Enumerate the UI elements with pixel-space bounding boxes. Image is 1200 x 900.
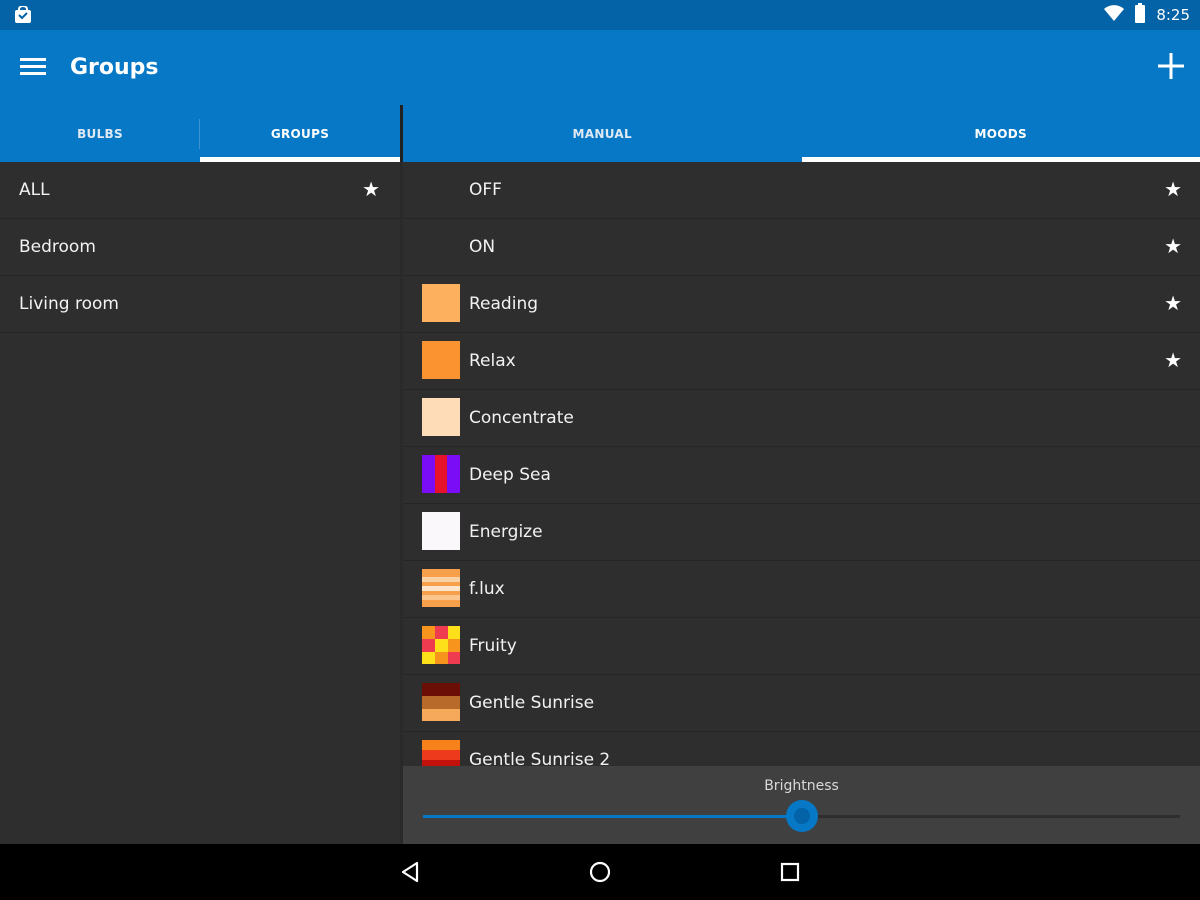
brightness-panel: Brightness — [403, 766, 1200, 844]
tab-moods[interactable]: MOODS — [801, 105, 1200, 162]
star-icon[interactable]: ★ — [1164, 177, 1182, 201]
moods-list: OFF ★ ON ★ Reading ★ Relax ★ Concentrate… — [403, 162, 1200, 844]
mood-item-flux[interactable]: f.lux — [403, 561, 1200, 618]
tab-groups-label: GROUPS — [270, 126, 330, 141]
battery-icon — [1134, 3, 1146, 27]
group-label: ALL — [19, 180, 50, 200]
recents-icon[interactable] — [778, 860, 802, 884]
group-label: Living room — [19, 294, 119, 314]
mood-label: Deep Sea — [469, 465, 551, 485]
mood-label: Reading — [469, 294, 539, 314]
brightness-slider[interactable] — [423, 800, 1180, 832]
tab-manual-label: MANUAL — [572, 126, 632, 141]
deep-sea-swatch-icon — [422, 455, 460, 493]
left-tab-bar: BULBS GROUPS — [0, 105, 400, 162]
mood-item-off[interactable]: OFF ★ — [403, 162, 1200, 219]
star-icon[interactable]: ★ — [1164, 234, 1182, 258]
system-nav-bar — [0, 844, 1200, 900]
mood-item-relax[interactable]: Relax ★ — [403, 333, 1200, 390]
status-bar: 8:25 — [0, 0, 1200, 30]
brightness-slider-fill — [423, 815, 802, 818]
tab-groups[interactable]: GROUPS — [200, 105, 400, 162]
back-icon[interactable] — [398, 860, 422, 884]
mood-label: Gentle Sunrise — [469, 693, 595, 713]
mood-label: f.lux — [469, 579, 505, 599]
group-label: Bedroom — [19, 237, 96, 257]
tab-manual[interactable]: MANUAL — [403, 105, 802, 162]
tab-moods-label: MOODS — [974, 126, 1027, 141]
group-item-bedroom[interactable]: Bedroom — [0, 219, 400, 276]
gentle-sunrise-swatch-icon — [422, 683, 460, 721]
tab-bulbs-label: BULBS — [77, 126, 123, 141]
mood-label: OFF — [469, 180, 502, 200]
fruity-swatch-icon — [422, 626, 460, 664]
group-item-living-room[interactable]: Living room — [0, 276, 400, 333]
relax-swatch-icon — [422, 341, 460, 379]
mood-item-reading[interactable]: Reading ★ — [403, 276, 1200, 333]
clock: 8:25 — [1156, 6, 1190, 24]
star-icon[interactable]: ★ — [1164, 291, 1182, 315]
wifi-icon — [1104, 5, 1125, 25]
star-icon[interactable]: ★ — [362, 177, 380, 201]
energize-swatch-icon — [422, 512, 460, 550]
mood-label: Relax — [469, 351, 516, 371]
mood-label: Fruity — [469, 636, 517, 656]
tab-bulbs[interactable]: BULBS — [0, 105, 200, 162]
group-item-all[interactable]: ALL ★ — [0, 162, 400, 219]
right-tab-bar: MANUAL MOODS — [403, 105, 1200, 162]
mood-item-energize[interactable]: Energize — [403, 504, 1200, 561]
reading-swatch-icon — [422, 284, 460, 322]
page-title: Groups — [70, 55, 159, 80]
mood-item-concentrate[interactable]: Concentrate — [403, 390, 1200, 447]
mood-label: Concentrate — [469, 408, 574, 428]
star-icon[interactable]: ★ — [1164, 348, 1182, 372]
mood-item-fruity[interactable]: Fruity — [403, 618, 1200, 675]
mood-item-gentle-sunrise[interactable]: Gentle Sunrise — [403, 675, 1200, 732]
mood-label: Energize — [469, 522, 543, 542]
brightness-label: Brightness — [764, 778, 839, 794]
flux-swatch-icon — [422, 569, 460, 607]
plus-icon[interactable] — [1156, 51, 1186, 81]
groups-list: ALL ★ Bedroom Living room — [0, 162, 400, 844]
mood-item-deep-sea[interactable]: Deep Sea — [403, 447, 1200, 504]
brightness-slider-thumb[interactable] — [785, 800, 818, 832]
app-bar: Groups — [0, 30, 1200, 105]
mood-label: ON — [469, 237, 496, 257]
concentrate-swatch-icon — [422, 398, 460, 436]
home-icon[interactable] — [588, 860, 612, 884]
shopping-bag-icon — [14, 5, 32, 28]
hamburger-menu-icon[interactable] — [20, 56, 46, 78]
mood-item-on[interactable]: ON ★ — [403, 219, 1200, 276]
